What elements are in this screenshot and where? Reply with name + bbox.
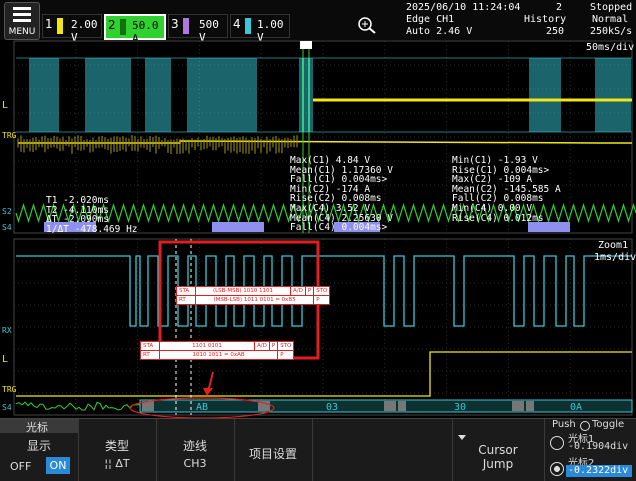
history-label[interactable]: History xyxy=(524,14,566,25)
zoom-search-icon[interactable] xyxy=(356,16,378,34)
zoom-label: Zoom1 xyxy=(598,240,628,251)
cursor1-radio-icon[interactable] xyxy=(550,436,564,450)
channel-number: 3 xyxy=(171,17,179,31)
svg-text:S4: S4 xyxy=(2,223,12,232)
sample-rate: 250kS/s xyxy=(590,26,632,37)
softkey-cursor-jump[interactable]: Cursor Jump xyxy=(452,419,545,481)
datetime: 2025/06/10 11:24:04 xyxy=(406,2,520,13)
svg-text:TRG: TRG xyxy=(2,131,17,140)
channel-number: 4 xyxy=(233,17,241,31)
channel-number: 1 xyxy=(45,17,53,31)
channel-2-button[interactable]: 2 50.0 A xyxy=(104,14,166,40)
menu-button[interactable]: MENU xyxy=(4,2,40,40)
cursor-readout: T1 -2.020ms T2 -4.110ms ΔT -2.090ms 1/ΔT… xyxy=(46,196,138,234)
channel-4-button[interactable]: 4 1.00 V xyxy=(230,14,290,38)
trigger-marker xyxy=(300,41,312,49)
softkey-label: 类型 xyxy=(78,437,156,454)
timebase-label: 50ms/div xyxy=(586,42,634,53)
off-option[interactable]: OFF xyxy=(10,460,31,473)
softkey-cursor-position[interactable]: Push Toggle 光标1 -0.1904div 光标2 -0.2322di… xyxy=(544,419,636,481)
cursor1-value: -0.1904div xyxy=(568,441,628,452)
svg-text:L: L xyxy=(2,100,8,111)
svg-text:S4: S4 xyxy=(2,403,12,412)
trigger-source: Edge CH1 xyxy=(406,14,454,25)
softkey-value: ¦¦ ΔT xyxy=(78,457,156,470)
menu-label: MENU xyxy=(5,27,39,37)
history-count: 250 xyxy=(546,26,564,37)
channel-color-swatch xyxy=(183,18,189,34)
ch4-main-trace xyxy=(16,58,632,132)
measurement-panel-right: Min(C1) -1.93 V Rise(C1) 0.004ms> Max(C2… xyxy=(452,156,561,223)
waveform-area[interactable]: L TRG S2 S4 RX L TRG S4 50ms/div Zoom1 1… xyxy=(0,40,636,418)
decode-byte-label: 03 xyxy=(326,402,338,413)
measurement-panel-center: Max(C1) 4.84 V Mean(C1) 1.17360 V Fall(C… xyxy=(290,156,393,233)
softkey-value: CH3 xyxy=(156,457,234,470)
softkey-label: 迹线 xyxy=(156,437,234,454)
dropdown-icon xyxy=(458,435,466,440)
svg-text:RX: RX xyxy=(2,326,12,335)
cursor2-value: -0.2322div xyxy=(566,465,632,477)
status-bar: MENU 1 2.00 V 2 50.0 A 3 500 V 4 1.00 V … xyxy=(0,0,636,40)
softkey-label: 显示 xyxy=(0,437,78,454)
annotation-table-2: STA 1101 0101 A/D P STO RT 1010 1011 = 0… xyxy=(140,341,294,360)
softkey-label: 项目设置 xyxy=(234,445,312,462)
softkey-cursor-display[interactable]: 光标 显示 OFF ON xyxy=(0,419,79,481)
annotation-arrowhead xyxy=(203,388,213,396)
ch1-zoom-trace xyxy=(16,352,632,396)
push-label: Push xyxy=(552,419,576,430)
svg-text:L: L xyxy=(2,354,8,365)
softkey-label: Cursor xyxy=(452,443,544,457)
menu-icon xyxy=(13,7,31,23)
svg-text:S2: S2 xyxy=(2,207,12,216)
decode-byte-label: 0A xyxy=(570,402,582,413)
channel-color-swatch xyxy=(57,18,63,34)
serial-decode-bus xyxy=(140,400,632,412)
softkey-trace[interactable]: 迹线 CH3 xyxy=(156,419,235,481)
channel-3-button[interactable]: 3 500 V xyxy=(168,14,228,38)
decode-byte-label: 30 xyxy=(454,402,466,413)
annotation-table-1: STA (LSB-MSB) 1010 1101 A/D P STO RT (MS… xyxy=(176,286,330,305)
channel-number: 2 xyxy=(108,18,116,32)
acquisition-mode: Normal xyxy=(592,14,628,25)
ch1-noise xyxy=(18,135,297,154)
cursor2-radio-icon[interactable] xyxy=(550,462,564,476)
softkey-bar: 光标 显示 OFF ON 类型 ¦¦ ΔT 迹线 CH3 项目设置 Cursor… xyxy=(0,418,636,481)
acquisition-count: 2 xyxy=(556,2,562,13)
softkey-empty xyxy=(312,419,453,481)
channel-1-button[interactable]: 1 2.00 V xyxy=(42,14,102,38)
decode-byte-label: AB xyxy=(196,402,208,413)
ch1-main-trace xyxy=(18,141,632,143)
zoom-timebase-label: 1ms/div xyxy=(594,252,636,263)
channel-color-swatch xyxy=(245,18,251,34)
svg-text:TRG: TRG xyxy=(2,385,17,394)
softkey-cursor-type[interactable]: 类型 ¦¦ ΔT xyxy=(78,419,157,481)
channel-color-swatch xyxy=(120,19,126,35)
trigger-mode: Auto 2.46 V xyxy=(406,26,472,37)
softkey-sublabel: Jump xyxy=(452,457,544,471)
softkey-group-title: 光标 xyxy=(0,419,78,433)
toggle-label: Toggle xyxy=(592,419,624,430)
softkey-item-setup[interactable]: 项目设置 xyxy=(234,419,313,481)
acquisition-status: Stopped xyxy=(590,2,632,13)
on-option[interactable]: ON xyxy=(46,457,70,474)
